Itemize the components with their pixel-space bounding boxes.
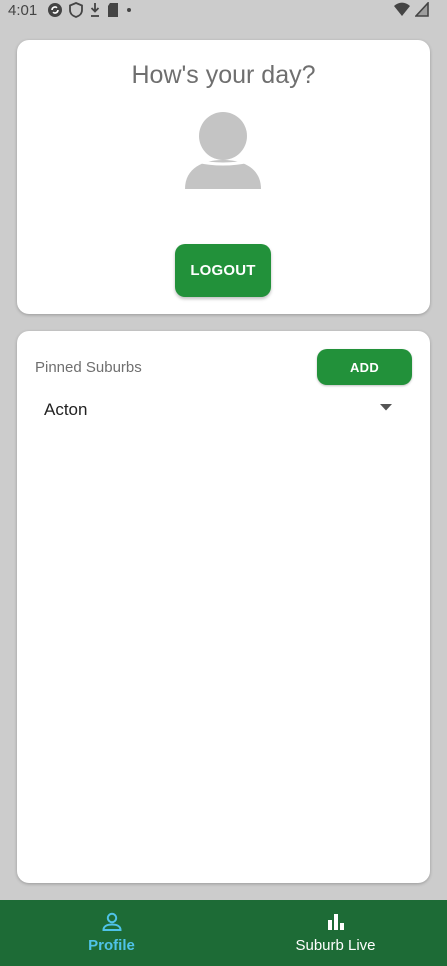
pinned-suburbs-label: Pinned Suburbs bbox=[35, 359, 142, 376]
suburb-dropdown[interactable]: Acton bbox=[35, 391, 397, 427]
sync-icon bbox=[48, 3, 62, 17]
dot-icon bbox=[127, 8, 131, 12]
bottom-navigation: Profile Suburb Live bbox=[0, 900, 447, 966]
nav-label-profile: Profile bbox=[88, 937, 135, 954]
suburb-dropdown-value: Acton bbox=[44, 400, 88, 419]
person-outline-icon bbox=[102, 912, 122, 931]
nav-label-suburb-live: Suburb Live bbox=[295, 937, 376, 954]
status-bar: 4:01 bbox=[0, 0, 447, 22]
status-icons-left bbox=[47, 2, 133, 18]
pinned-suburbs-card: Pinned Suburbs ADD Acton bbox=[17, 331, 430, 883]
greeting-title: How's your day? bbox=[131, 61, 316, 89]
status-time: 4:01 bbox=[8, 2, 38, 19]
caret-down-icon bbox=[380, 404, 392, 411]
person-icon bbox=[185, 112, 261, 189]
add-button[interactable]: ADD bbox=[317, 349, 412, 385]
nav-item-suburb-live[interactable]: Suburb Live bbox=[224, 900, 447, 966]
logout-button[interactable]: LOGOUT bbox=[175, 244, 271, 297]
wifi-icon bbox=[394, 2, 410, 16]
signal-icon bbox=[415, 2, 429, 17]
status-icons-right bbox=[393, 2, 429, 18]
profile-card: How's your day? LOGOUT bbox=[17, 40, 430, 314]
bar-chart-icon bbox=[328, 914, 344, 930]
sd-card-icon bbox=[108, 3, 118, 17]
shield-icon bbox=[69, 2, 83, 18]
nav-item-profile[interactable]: Profile bbox=[0, 900, 223, 966]
download-icon bbox=[90, 3, 100, 17]
